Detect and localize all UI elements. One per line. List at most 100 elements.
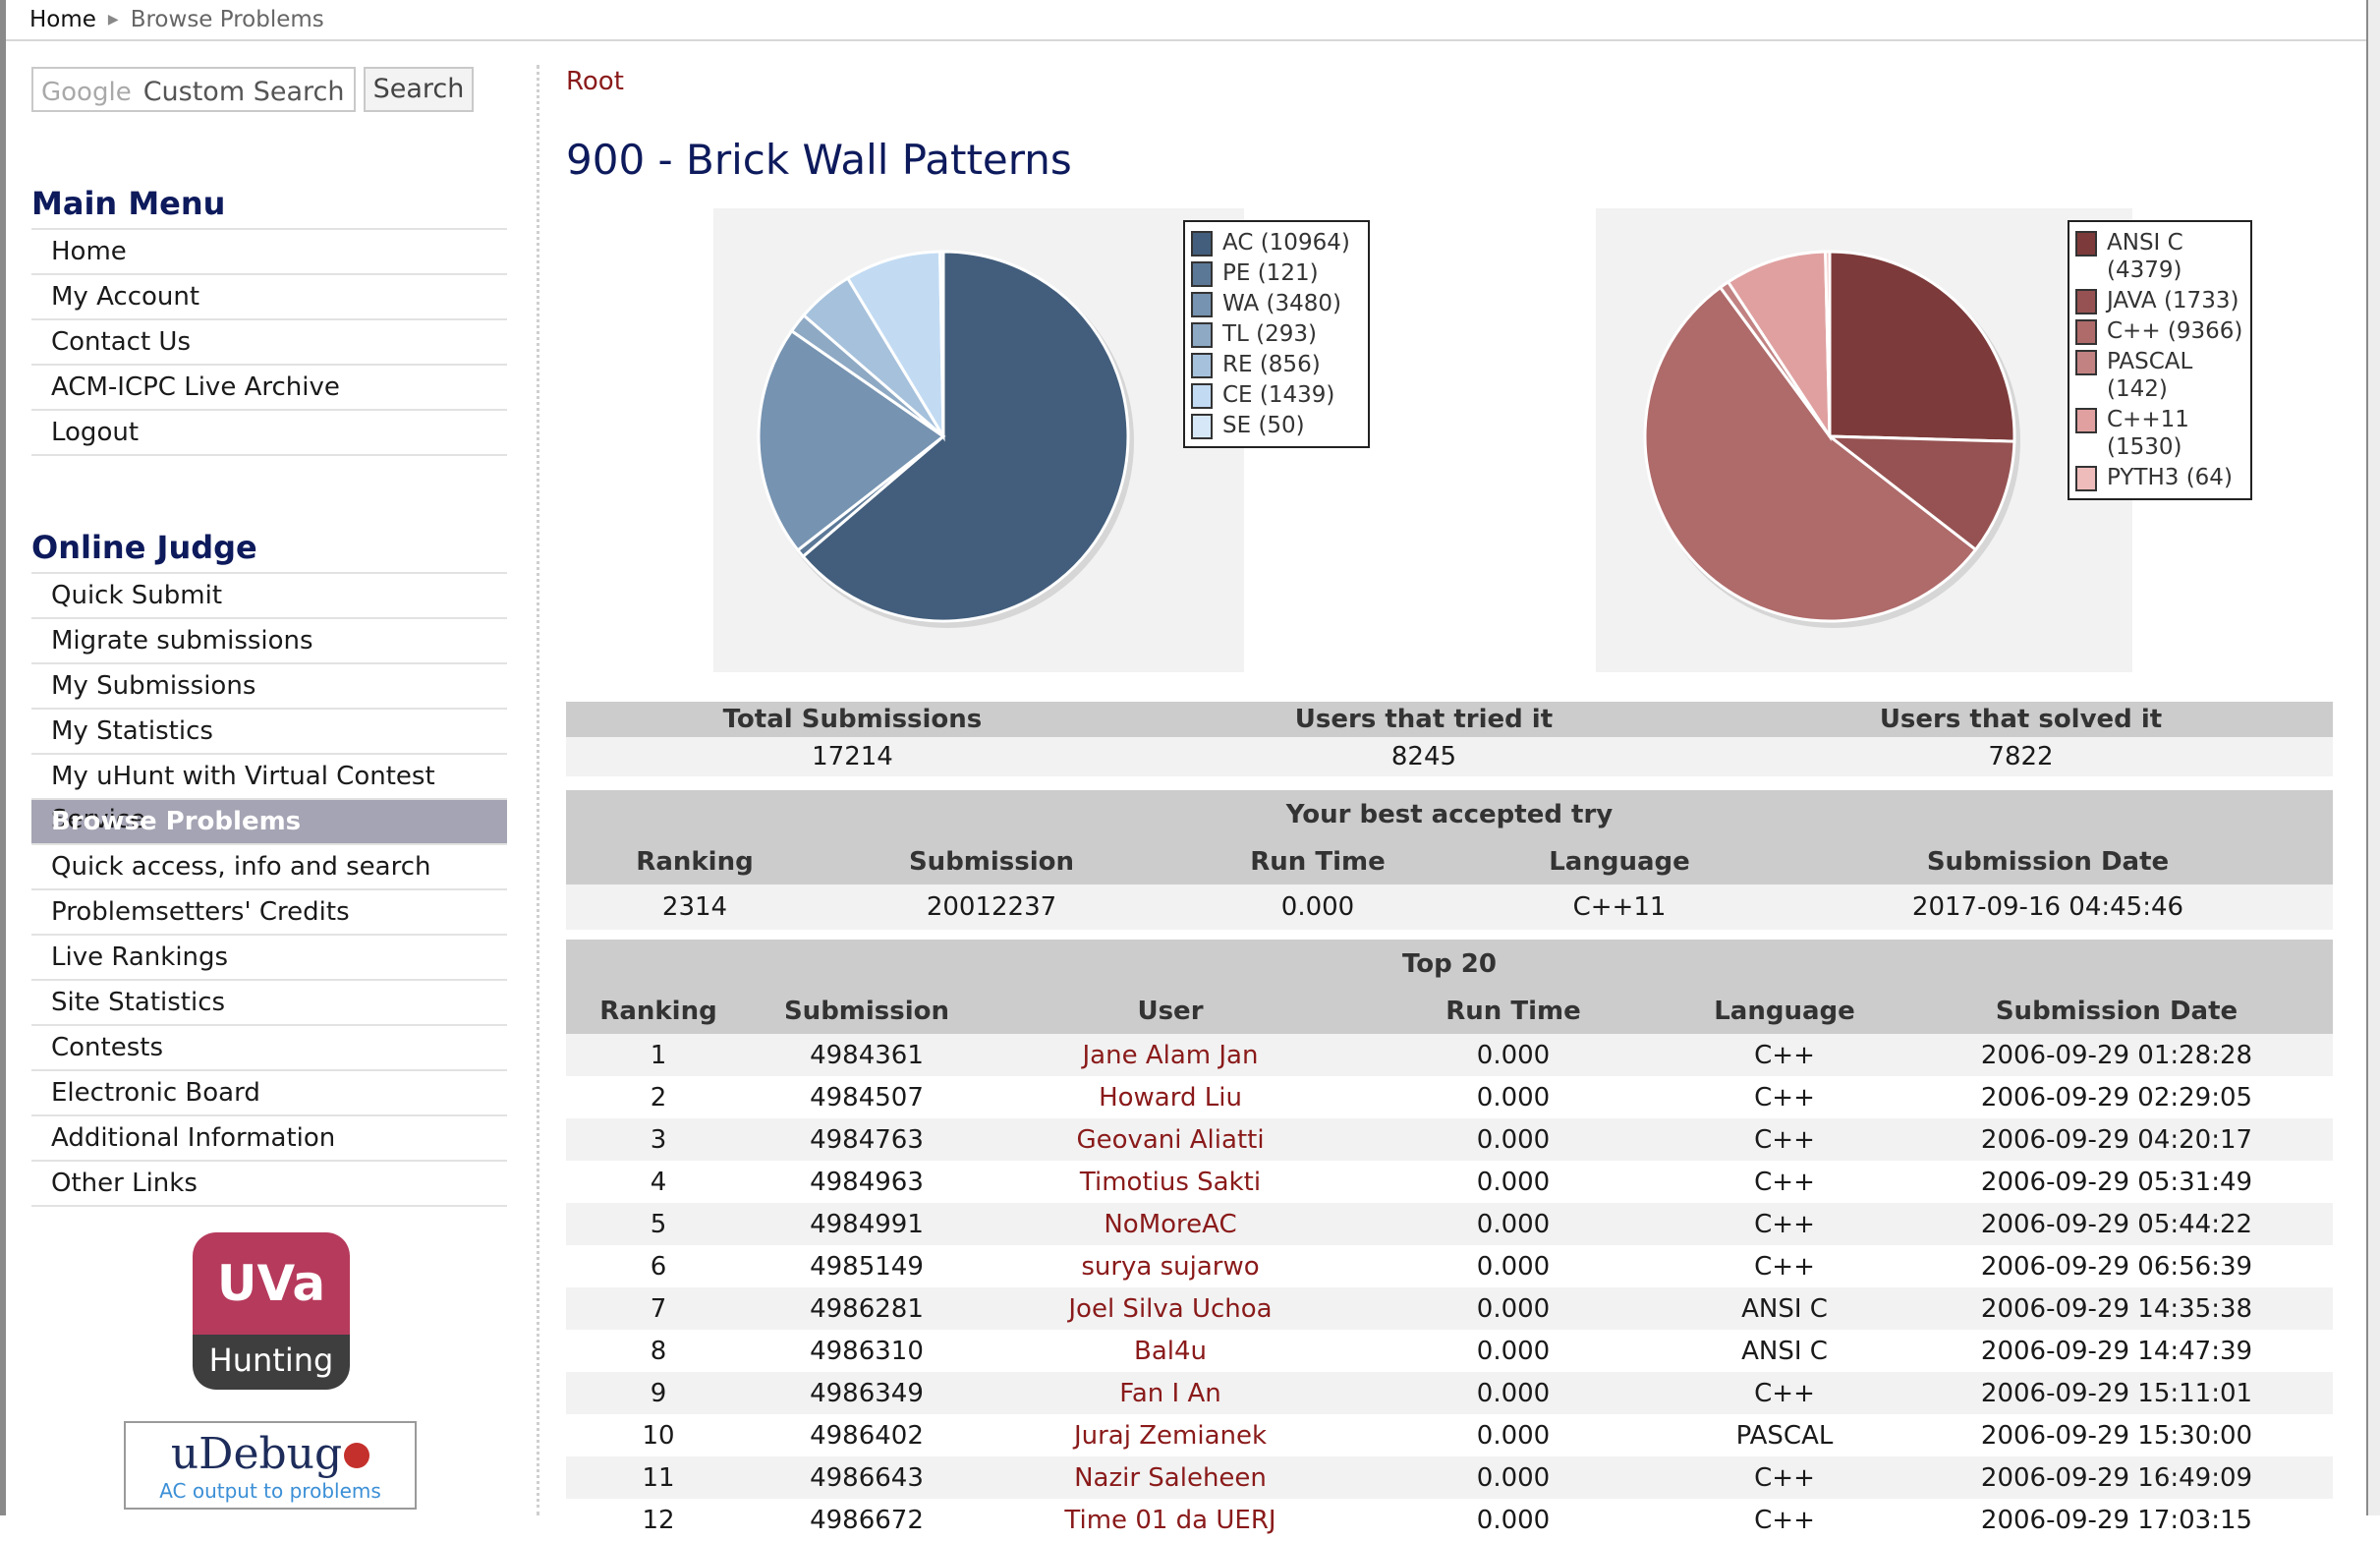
sidebar-item-acm-icpc-live-archive[interactable]: ACM-ICPC Live Archive [31,366,507,411]
verdict-pie-chart-panel [713,208,1244,672]
cell-runtime: 0.000 [1358,1076,1669,1118]
table-row: 10 4986402 Juraj Zemianek 0.000 PASCAL 2006-0… [566,1414,2333,1456]
sidebar-item-home[interactable]: Home [31,230,507,275]
sidebar-item-my-uhunt-with-virtual-contest-service[interactable]: My uHunt with Virtual Contest Service [31,755,507,834]
cell-ranking: 11 [566,1456,751,1499]
breadcrumb-separator-icon: ▶ [107,12,119,28]
legend-label: C++11 (1530) [2107,407,2189,460]
sidebar-item-browse-problems[interactable]: Browse Problems [31,800,507,845]
user-link[interactable]: Nazir Saleheen [1074,1463,1267,1493]
cell-user: Nazir Saleheen [983,1456,1358,1499]
search-input[interactable]: Google Custom Search [31,67,356,112]
breadcrumb-home-link[interactable]: Home [29,7,96,32]
root-link[interactable]: Root [566,67,624,96]
window-scrollbar[interactable] [2366,0,2380,1515]
udebug-badge[interactable]: uDebug AC output to problems [124,1421,417,1510]
cell-language: ANSI C [1669,1287,1900,1330]
cell-runtime: 0.000 [1358,1499,1669,1541]
sidebar-item-my-statistics[interactable]: My Statistics [31,710,507,755]
user-link[interactable]: surya sujarwo [1081,1252,1259,1282]
best-header-submission: Submission [823,839,1160,885]
cell-runtime: 0.000 [1358,1034,1669,1076]
cell-ranking: 7 [566,1287,751,1330]
sidebar-item-other-links[interactable]: Other Links [31,1162,507,1207]
legend-item: PASCAL (142) [2075,348,2244,403]
user-link[interactable]: Geovani Aliatti [1076,1125,1264,1155]
table-row: 11 4986643 Nazir Saleheen 0.000 C++ 2006-09-2… [566,1456,2333,1499]
top-header-user: User [983,989,1358,1034]
udebug-name: uDebug [170,1429,343,1479]
table-row: 5 4984991 NoMoreAC 0.000 C++ 2006-09-29 05:44… [566,1203,2333,1245]
legend-swatch [2075,466,2097,491]
user-link[interactable]: Fan I An [1119,1379,1220,1408]
user-link[interactable]: NoMoreAC [1104,1210,1236,1239]
cell-date: 2006-09-29 14:47:39 [1900,1330,2333,1372]
sidebar-item-migrate-submissions[interactable]: Migrate submissions [31,619,507,664]
legend-item: C++ (9366) [2075,317,2244,345]
cell-language: C++ [1669,1076,1900,1118]
main-menu-heading: Main Menu [31,185,226,222]
cell-language: C++ [1669,1203,1900,1245]
user-link[interactable]: Joel Silva Uchoa [1068,1294,1272,1324]
user-link[interactable]: Jane Alam Jan [1083,1041,1259,1070]
table-row: 2 4984507 Howard Liu 0.000 C++ 2006-09-29 02:… [566,1076,2333,1118]
user-link[interactable]: Juraj Zemianek [1074,1421,1267,1451]
sidebar-item-problemsetters-credits[interactable]: Problemsetters' Credits [31,890,507,936]
cell-ranking: 10 [566,1414,751,1456]
uva-hunting-badge[interactable]: UVa Hunting [193,1232,350,1390]
best-value-date: 2017-09-16 04:45:46 [1763,885,2333,930]
cell-runtime: 0.000 [1358,1161,1669,1203]
legend-item: TL (293) [1191,320,1362,348]
legend-swatch [2075,350,2097,375]
sidebar-item-contact-us[interactable]: Contact Us [31,320,507,366]
cell-user: Joel Silva Uchoa [983,1287,1358,1330]
problem-title: 900 - Brick Wall Patterns [566,136,1072,184]
cell-ranking: 3 [566,1118,751,1161]
cell-runtime: 0.000 [1358,1414,1669,1456]
cell-ranking: 1 [566,1034,751,1076]
best-try-table: Your best accepted try Ranking Submissio… [566,790,2333,930]
cell-runtime: 0.000 [1358,1456,1669,1499]
stats-value-solved: 7822 [1709,737,2333,776]
user-link[interactable]: Timotius Sakti [1080,1168,1261,1197]
legend-label: C++ (9366) [2107,318,2243,344]
sidebar-item-electronic-board[interactable]: Electronic Board [31,1071,507,1116]
table-row: 7 4986281 Joel Silva Uchoa 0.000 ANSI C 2006-… [566,1287,2333,1330]
cell-language: C++ [1669,1499,1900,1541]
user-link[interactable]: Time 01 da UERJ [1064,1506,1275,1535]
legend-item: RE (856) [1191,351,1362,378]
user-link[interactable]: Howard Liu [1099,1083,1242,1113]
table-row: 6 4985149 surya sujarwo 0.000 C++ 2006-09-29 … [566,1245,2333,1287]
user-link[interactable]: Bal4u [1134,1337,1207,1366]
sidebar-item-live-rankings[interactable]: Live Rankings [31,936,507,981]
cell-date: 2006-09-29 06:56:39 [1900,1245,2333,1287]
cell-user: Bal4u [983,1330,1358,1372]
best-header-runtime: Run Time [1160,839,1476,885]
legend-label: WA (3480) [1222,291,1342,316]
sidebar-item-additional-information[interactable]: Additional Information [31,1116,507,1162]
legend-item: JAVA (1733) [2075,287,2244,314]
sidebar-item-my-account[interactable]: My Account [31,275,507,320]
cell-language: C++ [1669,1372,1900,1414]
cell-submission: 4986643 [751,1456,983,1499]
search-button[interactable]: Search [364,67,474,112]
cell-user: Fan I An [983,1372,1358,1414]
sidebar-item-quick-access-info-and-search[interactable]: Quick access, info and search [31,845,507,890]
cell-user: Jane Alam Jan [983,1034,1358,1076]
sidebar-item-contests[interactable]: Contests [31,1026,507,1071]
search-bar: Google Custom Search Search [31,67,507,116]
top-header-language: Language [1669,989,1900,1034]
cell-submission: 4984991 [751,1203,983,1245]
sidebar-item-site-statistics[interactable]: Site Statistics [31,981,507,1026]
sidebar-item-logout[interactable]: Logout [31,411,507,456]
cell-submission: 4986310 [751,1330,983,1372]
legend-item: ANSI C (4379) [2075,229,2244,284]
legend-label: ANSI C (4379) [2107,230,2183,283]
cell-date: 2006-09-29 14:35:38 [1900,1287,2333,1330]
verdict-legend: AC (10964) PE (121) WA (3480) TL (293) RE (8… [1183,220,1370,448]
sidebar-item-quick-submit[interactable]: Quick Submit [31,574,507,619]
sidebar-item-my-submissions[interactable]: My Submissions [31,664,507,710]
window-frame-left [0,0,6,1515]
legend-swatch [1191,261,1213,287]
table-row: 3 4984763 Geovani Aliatti 0.000 C++ 2006-09-2… [566,1118,2333,1161]
